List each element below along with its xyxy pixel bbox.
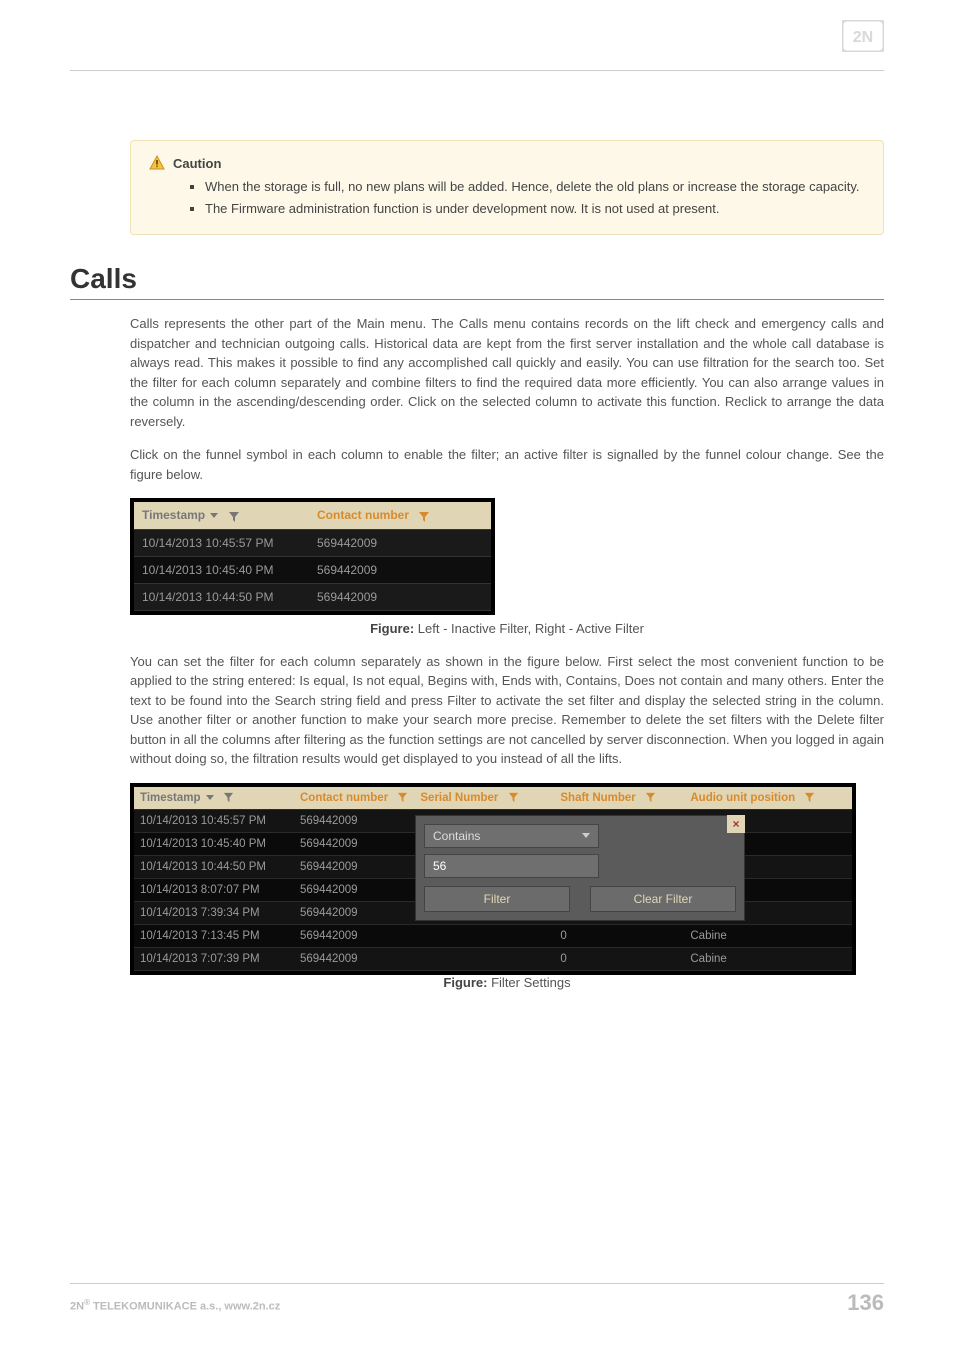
page-footer: 2N® TELEKOMUNIKACE a.s., www.2n.cz 136 — [70, 1283, 884, 1316]
caution-title: Caution — [173, 156, 221, 171]
col-header-contact-number[interactable]: Contact number — [294, 787, 414, 810]
cell-shaft: 0 — [554, 948, 684, 971]
cell-serial — [414, 925, 554, 948]
funnel-icon[interactable] — [804, 792, 815, 804]
figure-filter-settings: Timestamp Contact number Serial Number S… — [130, 783, 856, 975]
funnel-icon[interactable] — [508, 792, 519, 804]
cell-timestamp: 10/14/2013 8:07:07 PM — [134, 879, 294, 902]
section-rule — [70, 299, 884, 300]
col-header-audio-unit[interactable]: Audio unit position — [684, 787, 852, 810]
svg-text:2N: 2N — [853, 29, 873, 46]
figure-filter-example: Timestamp Contact number 10/14/2013 10:4… — [130, 498, 884, 615]
cell-contact-number: 569442009 — [294, 856, 414, 879]
funnel-icon[interactable] — [228, 509, 240, 523]
col-header-label: Timestamp — [142, 508, 205, 522]
col-header-label: Contact number — [300, 792, 388, 804]
chevron-down-icon — [582, 833, 590, 838]
filter-mode-label: Contains — [433, 829, 480, 843]
caution-list: When the storage is full, no new plans w… — [205, 177, 863, 218]
header-rule — [70, 70, 884, 71]
col-header-timestamp[interactable]: Timestamp — [134, 502, 309, 530]
filter-popup: × Contains Filter Clear Filter — [415, 815, 745, 921]
close-filter-button[interactable]: × — [727, 815, 745, 833]
section-heading: Calls — [70, 263, 884, 295]
cell-serial — [414, 948, 554, 971]
funnel-icon[interactable] — [645, 792, 656, 804]
cell-contact-number: 569442009 — [294, 833, 414, 856]
funnel-icon[interactable] — [223, 792, 234, 804]
cell-contact-number: 569442009 — [294, 902, 414, 925]
col-header-contact-number[interactable]: Contact number — [309, 502, 491, 530]
col-header-label: Contact number — [317, 508, 409, 522]
cell-timestamp: 10/14/2013 10:44:50 PM — [134, 856, 294, 879]
paragraph: Click on the funnel symbol in each colum… — [130, 445, 884, 484]
cell-contact-number: 569442009 — [294, 948, 414, 971]
funnel-icon[interactable] — [397, 792, 408, 804]
caution-item: When the storage is full, no new plans w… — [205, 177, 863, 197]
col-header-serial-number[interactable]: Serial Number — [414, 787, 554, 810]
caution-item: The Firmware administration function is … — [205, 199, 863, 219]
cell-contact-number: 569442009 — [309, 557, 491, 584]
cell-timestamp: 10/14/2013 10:45:57 PM — [134, 810, 294, 833]
figure-caption: Figure: Filter Settings — [130, 975, 884, 990]
col-header-label: Shaft Number — [560, 792, 635, 804]
filter-mode-select[interactable]: Contains — [424, 824, 599, 848]
col-header-shaft-number[interactable]: Shaft Number — [554, 787, 684, 810]
filter-clear-button[interactable]: Clear Filter — [590, 886, 736, 912]
filter-apply-button[interactable]: Filter — [424, 886, 570, 912]
cell-contact-number: 569442009 — [294, 925, 414, 948]
brand-logo: 2N — [842, 20, 884, 52]
cell-timestamp: 10/14/2013 7:13:45 PM — [134, 925, 294, 948]
col-header-timestamp[interactable]: Timestamp — [134, 787, 294, 810]
cell-contact-number: 569442009 — [309, 584, 491, 611]
cell-contact-number: 569442009 — [294, 810, 414, 833]
warning-icon — [149, 155, 165, 171]
cell-audio: Cabine — [684, 948, 852, 971]
page-number: 136 — [847, 1290, 884, 1316]
funnel-icon[interactable] — [418, 509, 430, 523]
cell-timestamp: 10/14/2013 10:45:57 PM — [134, 530, 309, 557]
cell-audio: Cabine — [684, 925, 852, 948]
cell-timestamp: 10/14/2013 10:45:40 PM — [134, 833, 294, 856]
col-header-label: Audio unit position — [690, 792, 795, 804]
sort-indicator-icon — [210, 513, 218, 518]
col-header-label: Serial Number — [420, 792, 498, 804]
cell-shaft: 0 — [554, 925, 684, 948]
cell-timestamp: 10/14/2013 7:39:34 PM — [134, 902, 294, 925]
filter-search-input[interactable] — [424, 854, 599, 878]
cell-contact-number: 569442009 — [294, 879, 414, 902]
paragraph: Calls represents the other part of the M… — [130, 314, 884, 431]
cell-timestamp: 10/14/2013 10:45:40 PM — [134, 557, 309, 584]
sort-indicator-icon — [206, 795, 214, 800]
col-header-label: Timestamp — [140, 792, 201, 804]
footer-company: 2N® TELEKOMUNIKACE a.s., www.2n.cz — [70, 1298, 280, 1313]
cell-timestamp: 10/14/2013 10:44:50 PM — [134, 584, 309, 611]
calls-table-small: Timestamp Contact number 10/14/2013 10:4… — [130, 498, 495, 615]
paragraph: You can set the filter for each column s… — [130, 652, 884, 769]
cell-timestamp: 10/14/2013 7:07:39 PM — [134, 948, 294, 971]
cell-contact-number: 569442009 — [309, 530, 491, 557]
caution-box: Caution When the storage is full, no new… — [130, 140, 884, 235]
figure-caption: Figure: Left - Inactive Filter, Right - … — [130, 621, 884, 636]
